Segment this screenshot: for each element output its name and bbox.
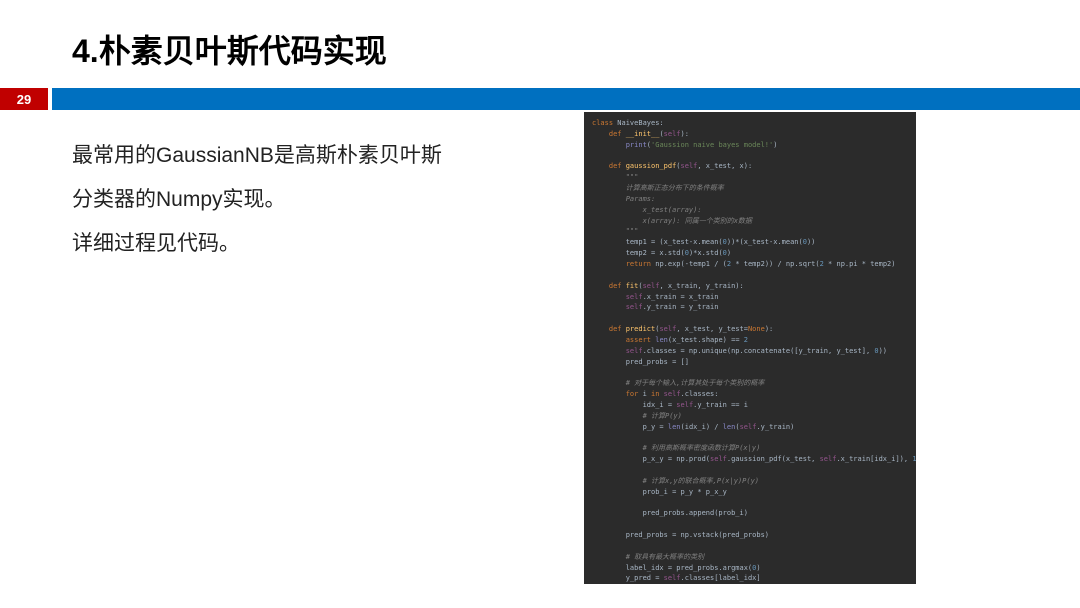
- body-line-2: 分类器的Numpy实现。: [72, 178, 532, 222]
- slide-title: 4.朴素贝叶斯代码实现: [72, 26, 387, 72]
- body-line-3: 详细过程见代码。: [72, 222, 532, 266]
- body-text: 最常用的GaussianNB是高斯朴素贝叶斯 分类器的Numpy实现。 详细过程…: [72, 134, 532, 266]
- body-line-1: 最常用的GaussianNB是高斯朴素贝叶斯: [72, 134, 532, 178]
- code-block: class NaiveBayes: def __init__(self): pr…: [592, 118, 908, 584]
- accent-blue-bar: [52, 88, 1080, 110]
- page-number-badge: 29: [0, 88, 48, 110]
- accent-bar: 29: [0, 88, 1080, 110]
- code-panel: class NaiveBayes: def __init__(self): pr…: [584, 112, 916, 584]
